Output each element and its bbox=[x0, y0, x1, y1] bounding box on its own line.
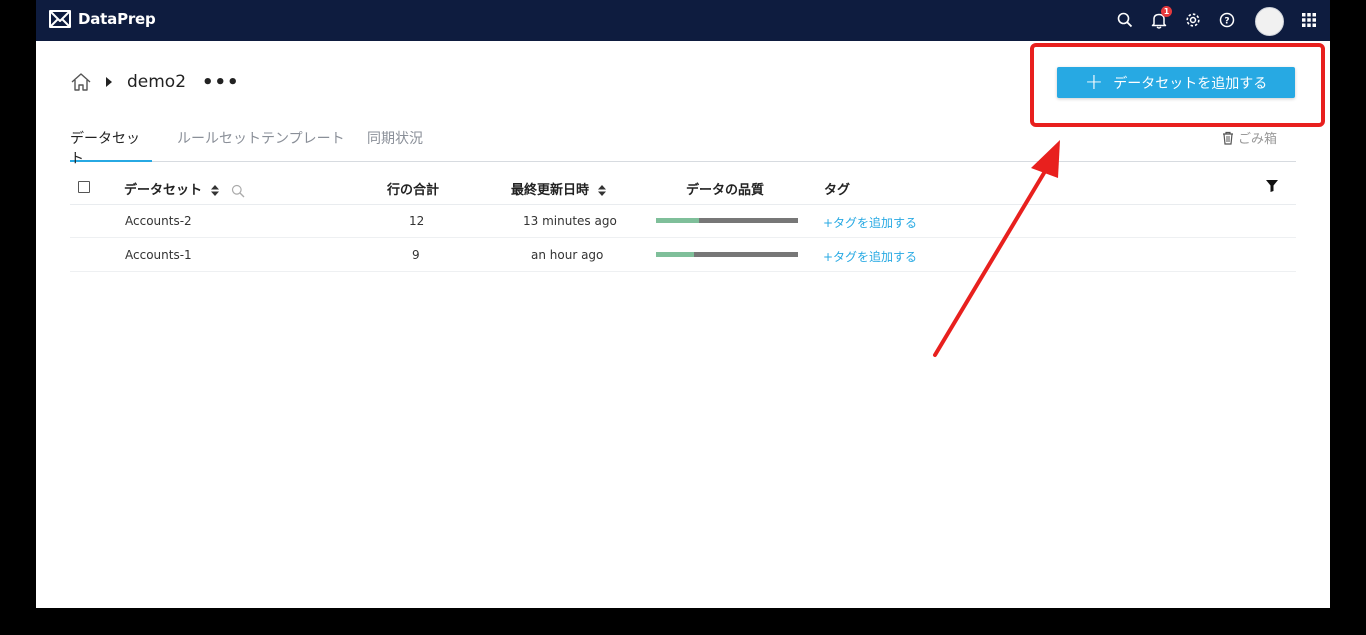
quality-bar bbox=[656, 218, 798, 223]
trash-button[interactable]: ごみ箱 bbox=[1222, 128, 1277, 147]
dataset-name[interactable]: Accounts-2 bbox=[125, 214, 192, 228]
bell-icon[interactable]: 1 bbox=[1149, 6, 1172, 30]
search-icon[interactable] bbox=[1115, 10, 1135, 30]
quality-bar bbox=[656, 252, 798, 257]
tab-sync-status[interactable]: 同期状況 bbox=[367, 128, 423, 160]
column-dataset[interactable]: データセット bbox=[124, 179, 245, 198]
last-updated: an hour ago bbox=[531, 248, 604, 262]
more-options-button[interactable]: ••• bbox=[202, 72, 240, 93]
table-header: データセット 行の合計 最終更新日時 データの品質 タグ bbox=[70, 170, 1296, 205]
app-name: DataPrep bbox=[78, 10, 156, 28]
quality-bar-fill bbox=[656, 252, 695, 257]
column-quality: データの品質 bbox=[686, 183, 765, 198]
column-last-updated-label: 最終更新日時 bbox=[511, 183, 590, 198]
tab-datasets[interactable]: データセット bbox=[70, 128, 152, 167]
add-tag-link[interactable]: +タグを追加する bbox=[823, 248, 917, 265]
column-last-updated[interactable]: 最終更新日時 bbox=[511, 179, 606, 198]
avatar[interactable] bbox=[1255, 7, 1284, 36]
row-count: 9 bbox=[412, 248, 420, 262]
tab-bar: データセット ルールセットテンプレート 同期状況 bbox=[70, 125, 1296, 167]
top-bar: DataPrep 1 ? bbox=[36, 0, 1330, 41]
notification-badge: 1 bbox=[1161, 6, 1172, 17]
annotation-highlight-box bbox=[1030, 43, 1325, 127]
last-updated: 13 minutes ago bbox=[523, 214, 617, 228]
apps-grid-icon[interactable] bbox=[1299, 10, 1319, 30]
tab-ruleset-templates[interactable]: ルールセットテンプレート bbox=[177, 128, 345, 160]
table-row[interactable]: Accounts-2 12 13 minutes ago +タグを追加する bbox=[70, 204, 1296, 238]
column-tags: タグ bbox=[824, 183, 851, 198]
app-logo[interactable]: DataPrep bbox=[48, 9, 156, 29]
row-count: 12 bbox=[409, 214, 425, 228]
table-row[interactable]: Accounts-1 9 an hour ago +タグを追加する bbox=[70, 238, 1296, 272]
filter-icon[interactable] bbox=[1266, 180, 1278, 192]
logo-icon bbox=[49, 10, 71, 28]
add-tag-link[interactable]: +タグを追加する bbox=[823, 214, 917, 231]
svg-text:?: ? bbox=[1224, 17, 1229, 27]
dataset-name[interactable]: Accounts-1 bbox=[125, 248, 192, 262]
help-icon[interactable]: ? bbox=[1217, 10, 1237, 30]
trash-label: ごみ箱 bbox=[1238, 132, 1278, 147]
page-title: demo2 bbox=[127, 72, 187, 92]
sort-icon[interactable] bbox=[597, 185, 606, 196]
search-icon[interactable] bbox=[231, 184, 245, 198]
trash-icon bbox=[1223, 131, 1233, 145]
column-dataset-label: データセット bbox=[124, 183, 203, 198]
column-rows: 行の合計 bbox=[387, 183, 440, 198]
gear-icon[interactable] bbox=[1183, 10, 1203, 30]
quality-bar-fill bbox=[656, 218, 699, 223]
caret-right-icon bbox=[106, 77, 112, 87]
sort-icon[interactable] bbox=[210, 185, 219, 196]
select-all-checkbox[interactable] bbox=[78, 181, 90, 193]
home-icon[interactable] bbox=[70, 72, 92, 92]
